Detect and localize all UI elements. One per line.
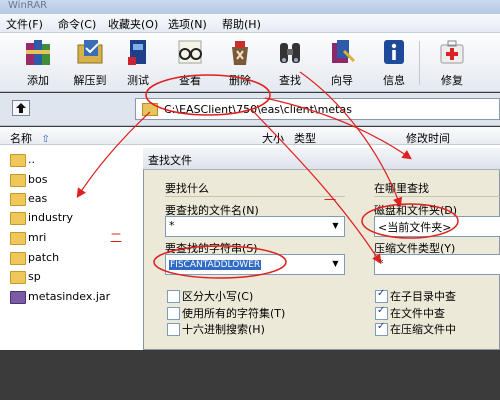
annotation-circle-folder bbox=[361, 203, 459, 239]
annotation-arrow bbox=[76, 111, 151, 199]
annotation-circle-path bbox=[145, 74, 271, 116]
annotation-mark-one: 一 bbox=[324, 193, 336, 207]
annotation-mark-two: 二 bbox=[110, 231, 122, 245]
annotation-circle-string bbox=[153, 245, 287, 279]
annotation-overlay: 一 二 bbox=[76, 71, 459, 279]
annotation-arrow bbox=[299, 71, 403, 208]
annotation-arrow bbox=[264, 97, 412, 160]
